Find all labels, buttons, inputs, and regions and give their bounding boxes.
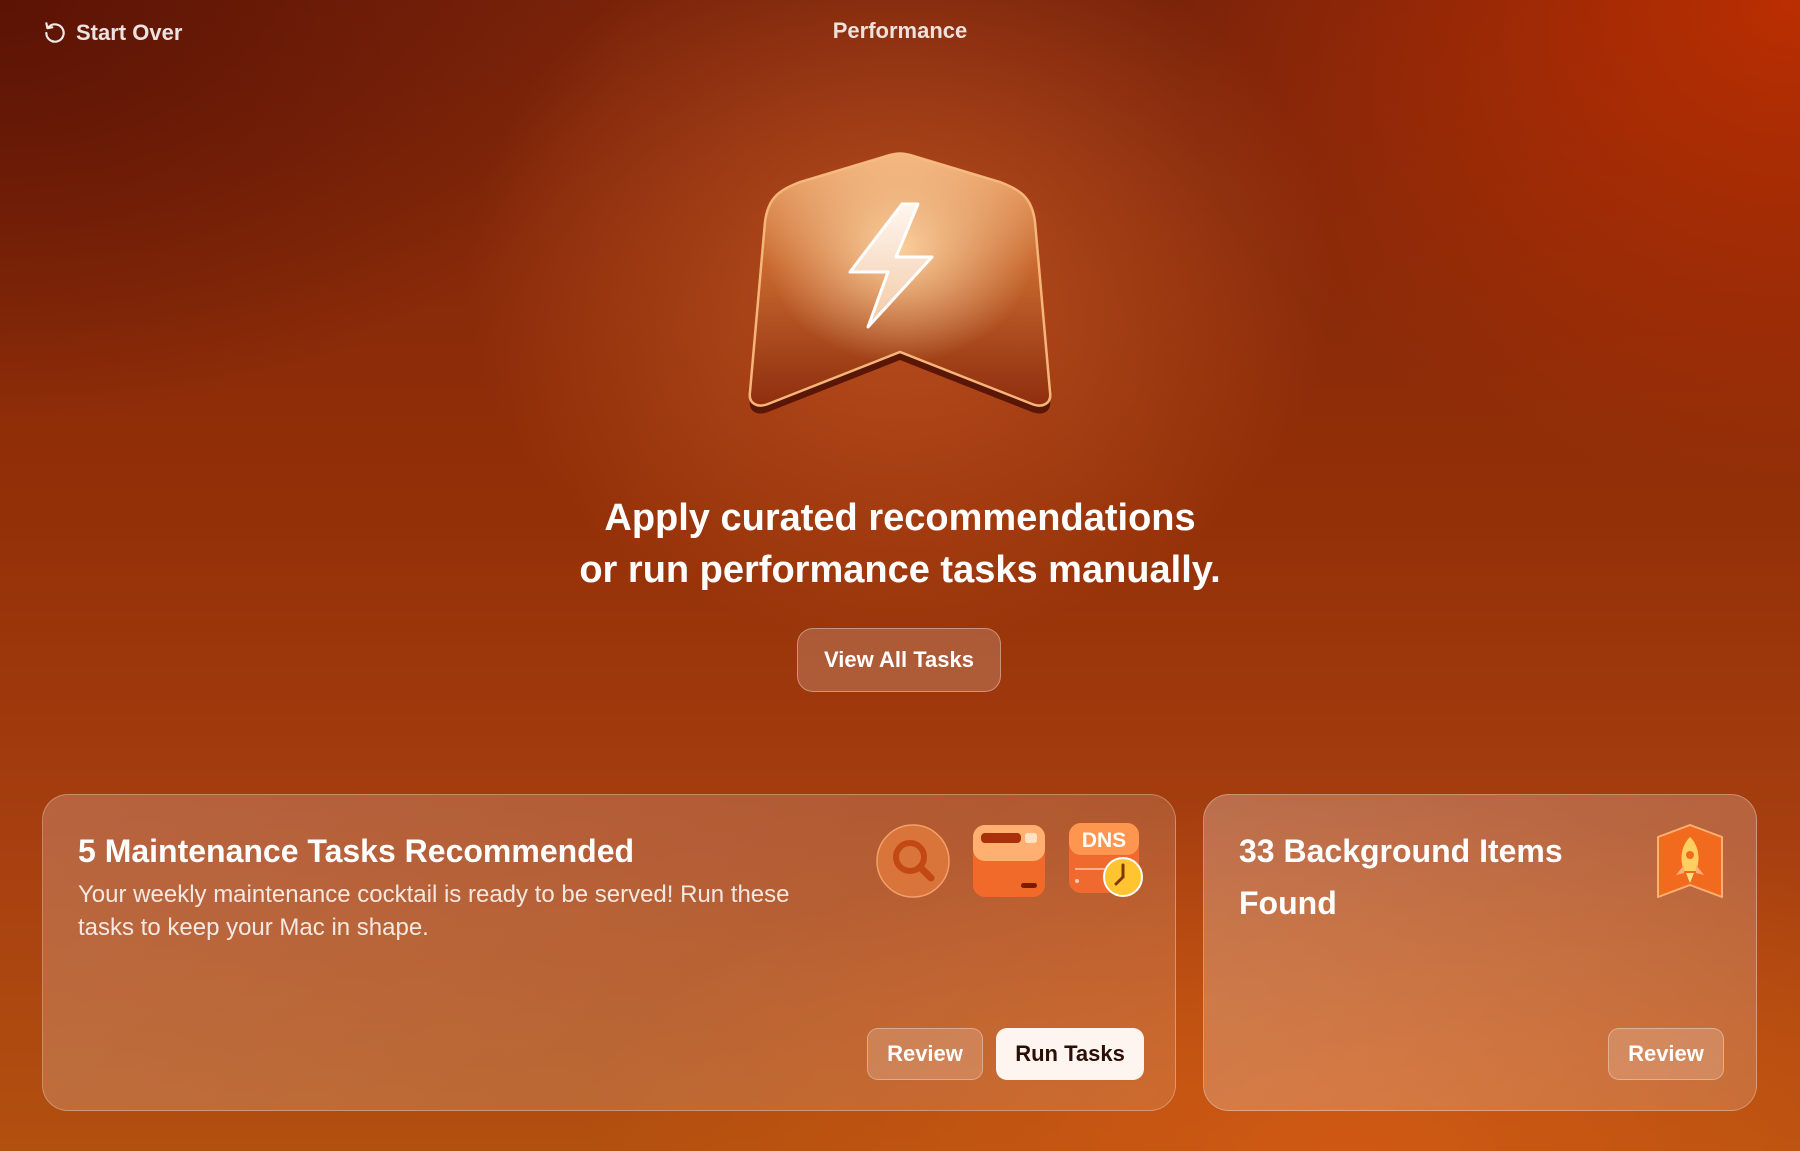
dns-icon: DNS: [1069, 823, 1143, 897]
headline-line-1: Apply curated recommendations: [604, 497, 1196, 539]
background-items-card: 33 Background Items Found Review: [1203, 794, 1757, 1111]
maintenance-card: 5 Maintenance Tasks Recommended Your wee…: [42, 794, 1176, 1111]
performance-lightning-icon: [748, 152, 1052, 414]
window-title: Performance: [832, 18, 968, 43]
background-items-review-button[interactable]: Review: [1608, 1028, 1724, 1080]
disk-icon: [973, 825, 1045, 897]
background-items-title: 33 Background Items Found: [1239, 833, 1563, 921]
search-icon: [876, 824, 950, 898]
view-all-tasks-button[interactable]: View All Tasks: [797, 628, 1001, 692]
maintenance-card-title: 5 Maintenance Tasks Recommended: [78, 833, 635, 869]
run-tasks-button[interactable]: Run Tasks: [996, 1028, 1144, 1080]
maintenance-task-icons: DNS: [875, 821, 1147, 901]
hero-headline: Apply curated recommendations or run per…: [0, 492, 1800, 596]
dns-label: DNS: [1082, 829, 1126, 852]
rocket-icon: [1657, 824, 1723, 898]
headline-line-2: or run performance tasks manually.: [579, 549, 1221, 591]
maintenance-card-description: Your weekly maintenance cocktail is read…: [78, 881, 790, 941]
maintenance-review-button[interactable]: Review: [867, 1028, 983, 1080]
